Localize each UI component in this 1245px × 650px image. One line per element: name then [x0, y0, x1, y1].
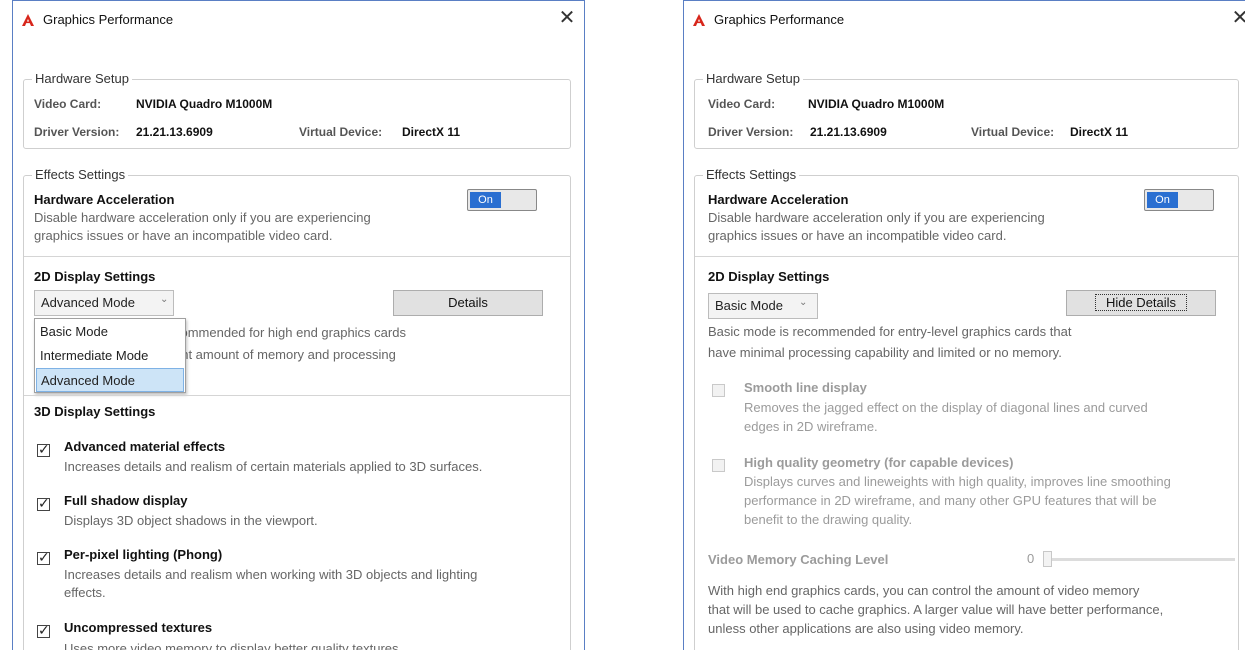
- per-pixel-lighting-desc-1: Increases details and realism when worki…: [64, 567, 478, 582]
- video-card-label: Video Card:: [34, 97, 102, 111]
- details-button[interactable]: Details: [393, 290, 543, 316]
- high-quality-geometry-desc-1: Displays curves and lineweights with hig…: [744, 474, 1171, 489]
- driver-version-value: 21.21.13.6909: [136, 125, 213, 139]
- driver-version-label: Driver Version:: [34, 125, 120, 139]
- window-title: Graphics Performance: [714, 12, 845, 27]
- hardware-acceleration-desc-2: graphics issues or have an incompatible …: [708, 228, 1007, 243]
- hide-details-button-label: Hide Details: [1094, 294, 1188, 311]
- hardware-acceleration-toggle[interactable]: On: [467, 189, 537, 211]
- close-icon[interactable]: ✕: [1229, 7, 1245, 29]
- effects-settings-group: Effects Settings Hardware Acceleration D…: [23, 167, 571, 650]
- hardware-acceleration-desc-2: graphics issues or have an incompatible …: [34, 228, 333, 243]
- effects-settings-group: Effects Settings Hardware Acceleration D…: [694, 167, 1239, 650]
- per-pixel-lighting-title: Per-pixel lighting (Phong): [64, 547, 223, 562]
- basic-mode-desc-1: Basic mode is recommended for entry-leve…: [708, 324, 1072, 339]
- chevron-down-icon: ⌄: [799, 297, 808, 308]
- mode-option-intermediate[interactable]: Intermediate Mode: [36, 344, 184, 368]
- 2d-mode-dropdown[interactable]: Advanced Mode ⌄: [34, 290, 174, 316]
- smooth-line-display-checkbox[interactable]: [712, 384, 725, 397]
- hardware-acceleration-title: Hardware Acceleration: [34, 192, 175, 207]
- separator: [24, 256, 570, 257]
- driver-version-value: 21.21.13.6909: [810, 125, 887, 139]
- autocad-app-icon: [22, 14, 34, 26]
- 2d-mode-dropdown[interactable]: Basic Mode ⌄: [708, 293, 818, 319]
- uncompressed-textures-desc: Uses more video memory to display better…: [64, 641, 403, 650]
- toggle-on-label: On: [470, 192, 501, 208]
- 2d-display-settings-title: 2D Display Settings: [34, 269, 156, 284]
- per-pixel-lighting-checkbox[interactable]: [37, 549, 50, 566]
- video-card-label: Video Card:: [708, 97, 776, 111]
- basic-mode-desc-2: have minimal processing capability and l…: [708, 345, 1062, 360]
- video-memory-slider-track[interactable]: [1045, 558, 1235, 561]
- uncompressed-textures-checkbox[interactable]: [37, 622, 50, 639]
- close-icon[interactable]: ✕: [556, 7, 578, 29]
- video-memory-caching-title: Video Memory Caching Level: [708, 552, 889, 567]
- separator: [24, 395, 570, 396]
- high-quality-geometry-desc-2: performance in 2D wireframe, and many ot…: [744, 493, 1157, 508]
- mode-option-basic[interactable]: Basic Mode: [36, 320, 184, 344]
- effects-settings-legend: Effects Settings: [703, 167, 800, 182]
- video-memory-desc-2: that will be used to cache graphics. A l…: [708, 602, 1164, 617]
- mode-desc-partial-2: ant amount of memory and processing: [174, 347, 396, 362]
- full-shadow-display-title: Full shadow display: [64, 493, 188, 508]
- toggle-on-label: On: [1147, 192, 1178, 208]
- effects-settings-legend: Effects Settings: [32, 167, 129, 182]
- high-quality-geometry-title: High quality geometry (for capable devic…: [744, 455, 1014, 470]
- video-card-value: NVIDIA Quadro M1000M: [808, 97, 945, 111]
- driver-version-label: Driver Version:: [708, 125, 794, 139]
- autocad-app-icon: [693, 14, 705, 26]
- title-bar[interactable]: Graphics Performance ✕: [13, 1, 584, 35]
- mode-desc-partial-1: commended for high end graphics cards: [174, 325, 406, 340]
- high-quality-geometry-checkbox[interactable]: [712, 459, 725, 472]
- hardware-setup-group: Hardware Setup Video Card: NVIDIA Quadro…: [23, 71, 571, 149]
- video-memory-slider-thumb[interactable]: [1043, 551, 1052, 567]
- advanced-material-effects-title: Advanced material effects: [64, 439, 226, 454]
- video-card-value: NVIDIA Quadro M1000M: [136, 97, 273, 111]
- chevron-down-icon: ⌄: [160, 294, 169, 305]
- per-pixel-lighting-desc-2: effects.: [64, 585, 106, 600]
- graphics-performance-window-right: Graphics Performance ✕ Hardware Setup Vi…: [683, 0, 1245, 650]
- hardware-setup-group: Hardware Setup Video Card: NVIDIA Quadro…: [694, 71, 1239, 149]
- graphics-performance-window-left: Graphics Performance ✕ Hardware Setup Vi…: [12, 0, 585, 650]
- details-button-label: Details: [448, 295, 488, 310]
- mode-option-advanced[interactable]: Advanced Mode: [36, 368, 184, 392]
- 3d-display-settings-title: 3D Display Settings: [34, 404, 156, 419]
- video-memory-caching-value: 0: [1027, 551, 1035, 566]
- full-shadow-display-desc: Displays 3D object shadows in the viewpo…: [64, 513, 318, 528]
- 2d-mode-dropdown-list: Basic Mode Intermediate Mode Advanced Mo…: [34, 318, 186, 393]
- hardware-acceleration-title: Hardware Acceleration: [708, 192, 849, 207]
- advanced-material-effects-desc: Increases details and realism of certain…: [64, 459, 483, 474]
- high-quality-geometry-desc-3: benefit to the drawing quality.: [744, 512, 913, 527]
- separator: [695, 256, 1238, 257]
- uncompressed-textures-title: Uncompressed textures: [64, 620, 213, 635]
- smooth-line-display-desc-1: Removes the jagged effect on the display…: [744, 400, 1148, 415]
- title-bar[interactable]: Graphics Performance ✕: [684, 1, 1245, 35]
- hardware-acceleration-toggle[interactable]: On: [1144, 189, 1214, 211]
- virtual-device-value: DirectX 11: [1070, 125, 1129, 139]
- virtual-device-value: DirectX 11: [402, 125, 461, 139]
- advanced-material-effects-checkbox[interactable]: [37, 441, 50, 458]
- hardware-acceleration-desc-1: Disable hardware acceleration only if yo…: [708, 210, 1045, 225]
- hide-details-button[interactable]: Hide Details: [1066, 290, 1216, 316]
- virtual-device-label: Virtual Device:: [299, 125, 383, 139]
- video-memory-desc-3: unless other applications are also using…: [708, 621, 1024, 636]
- full-shadow-display-checkbox[interactable]: [37, 495, 50, 512]
- smooth-line-display-desc-2: edges in 2D wireframe.: [744, 419, 878, 434]
- 2d-mode-value: Advanced Mode: [41, 295, 135, 310]
- 2d-display-settings-title: 2D Display Settings: [708, 269, 830, 284]
- hardware-setup-legend: Hardware Setup: [32, 71, 132, 86]
- virtual-device-label: Virtual Device:: [971, 125, 1055, 139]
- video-memory-desc-1: With high end graphics cards, you can co…: [708, 583, 1140, 598]
- window-title: Graphics Performance: [43, 12, 174, 27]
- 2d-mode-value: Basic Mode: [715, 298, 783, 313]
- hardware-acceleration-desc-1: Disable hardware acceleration only if yo…: [34, 210, 371, 225]
- smooth-line-display-title: Smooth line display: [744, 380, 867, 395]
- hardware-setup-legend: Hardware Setup: [703, 71, 803, 86]
